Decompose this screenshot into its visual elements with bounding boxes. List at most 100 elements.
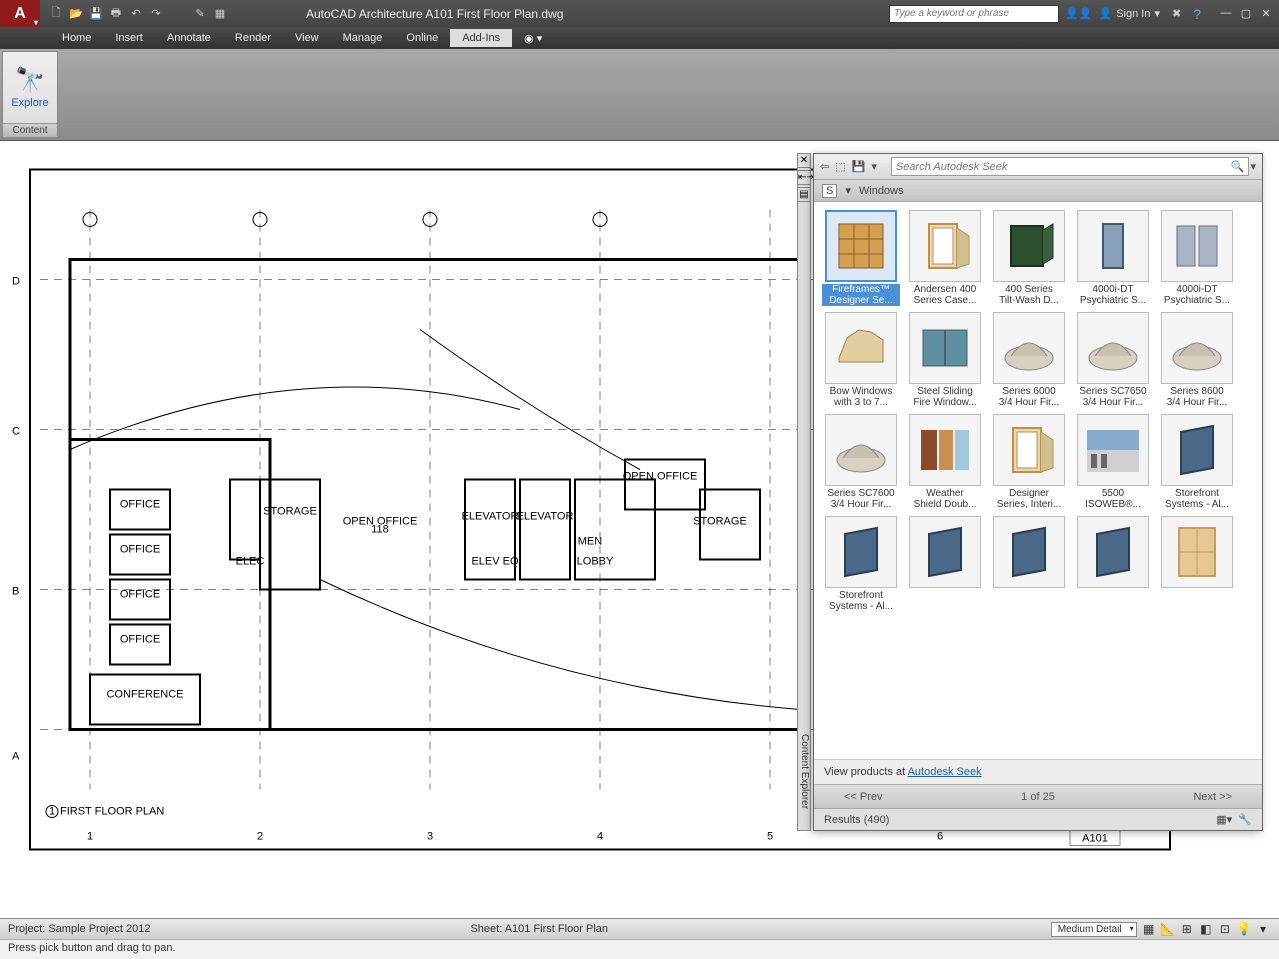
panel-grid[interactable]: Fireframes™Designer Se... Andersen 400Ser… — [814, 202, 1262, 759]
thumbnail-item[interactable]: Bow Windowswith 3 to 7... — [822, 312, 900, 408]
thumbnail-item[interactable]: 400 SeriesTilt-Wash D... — [990, 210, 1068, 306]
sheet-label: Sheet: A101 First Floor Plan — [470, 923, 608, 935]
thumbnail-item[interactable] — [1074, 516, 1152, 612]
seek-search-input[interactable] — [891, 157, 1249, 176]
thumbnail-item[interactable] — [990, 516, 1068, 612]
menu-home[interactable]: Home — [50, 29, 103, 47]
thumbnail-item[interactable] — [906, 516, 984, 612]
close-button[interactable]: ✕ — [1257, 7, 1275, 21]
svg-text:A101: A101 — [1082, 833, 1108, 845]
autodesk-seek-link[interactable]: Autodesk Seek — [908, 766, 982, 778]
menu-online[interactable]: Online — [394, 29, 450, 47]
explore-button[interactable]: 🔭 Explore — [3, 52, 57, 123]
thumbnail-item[interactable]: StorefrontSystems - Al... — [1158, 414, 1236, 510]
menu-render[interactable]: Render — [223, 29, 283, 47]
dropdown-icon[interactable]: ▾ — [871, 160, 877, 173]
next-button[interactable]: Next >> — [1193, 791, 1232, 803]
thumbnail-label: 400 SeriesTilt-Wash D... — [990, 284, 1068, 306]
thumbnail-item[interactable]: StorefrontSystems - Al... — [822, 516, 900, 612]
workspace-switcher[interactable]: ◉ ▾ — [512, 29, 554, 48]
thumbnail-item[interactable]: Fireframes™Designer Se... — [822, 210, 900, 306]
svg-text:MEN: MEN — [578, 536, 603, 548]
view-options-icon[interactable]: ▦▾ — [1216, 814, 1232, 826]
status-icon[interactable]: ▾ — [1255, 921, 1271, 937]
crumb-item[interactable]: Windows — [859, 185, 904, 197]
app-logo[interactable]: A — [0, 0, 40, 27]
status-icon[interactable]: ▦ — [1141, 921, 1157, 937]
thumbnail-item[interactable]: DesignerSeries, Interi... — [990, 414, 1068, 510]
menu-view[interactable]: View — [283, 29, 331, 47]
thumbnail-item[interactable]: Series 60003/4 Hour Fir... — [990, 312, 1068, 408]
thumbnail-label: Fireframes™Designer Se... — [822, 284, 900, 306]
minimize-button[interactable]: — — [1217, 7, 1235, 21]
menu-manage[interactable]: Manage — [331, 29, 395, 47]
new-icon[interactable]: 🗋 — [48, 6, 64, 22]
status-icon[interactable]: ⊡ — [1217, 921, 1233, 937]
tool-icon[interactable]: ✎ — [192, 6, 208, 22]
panel-close-icon[interactable]: ✕ — [797, 153, 811, 168]
thumbnail-item[interactable]: Steel SlidingFire Window... — [906, 312, 984, 408]
thumbnail-item[interactable]: 4000i-DTPsychiatric S... — [1074, 210, 1152, 306]
status-icon[interactable]: ◧ — [1198, 921, 1214, 937]
help-search-input[interactable] — [889, 5, 1059, 23]
search-drop-icon[interactable]: ▾ — [1250, 160, 1256, 173]
open-icon[interactable]: 📂 — [68, 6, 84, 22]
redo-icon[interactable]: ↷ — [148, 6, 164, 22]
menu-add-ins[interactable]: Add-Ins — [450, 29, 512, 47]
thumbnail-label — [990, 590, 1068, 601]
save-icon[interactable]: 💾 — [88, 6, 104, 22]
panel-pin-icon[interactable]: ⇤⇥ — [797, 170, 811, 185]
project-label: Project: Sample Project 2012 — [8, 923, 150, 935]
thumbnail-item[interactable]: WeatherShield Doub... — [906, 414, 984, 510]
svg-text:FIRST FLOOR PLAN: FIRST FLOOR PLAN — [60, 806, 164, 818]
help-icon[interactable]: ? — [1193, 6, 1201, 22]
status-icon[interactable]: 📐 — [1160, 921, 1176, 937]
svg-text:ELEVATOR: ELEVATOR — [462, 511, 519, 523]
save-search-icon[interactable]: 💾 — [852, 160, 866, 173]
status-icon[interactable]: ⊞ — [1179, 921, 1195, 937]
thumbnail-item[interactable]: Series 86003/4 Hour Fir... — [1158, 312, 1236, 408]
svg-text:5: 5 — [767, 831, 773, 843]
panel-toolbar: ⇦ ⬚ 💾 ▾ 🔍 ▾ — [814, 154, 1262, 180]
exchange-icon[interactable]: ✖ — [1172, 7, 1181, 20]
panel-menu-icon[interactable]: ▤ — [797, 187, 811, 202]
thumbnail-label: Andersen 400Series Case... — [906, 284, 984, 306]
thumbnail-image — [825, 516, 897, 588]
thumbnail-label: Steel SlidingFire Window... — [906, 386, 984, 408]
signin-button[interactable]: 👤 Sign In ▾ — [1099, 7, 1160, 20]
maximize-button[interactable]: ▢ — [1237, 7, 1255, 21]
infocenter-icon[interactable]: 👤👤 — [1065, 7, 1092, 20]
menu-annotate[interactable]: Annotate — [155, 29, 223, 47]
print-icon[interactable]: 🖶 — [108, 6, 124, 22]
thumbnail-item[interactable]: 5500ISOWEB®... — [1074, 414, 1152, 510]
thumbnail-label: 4000i-DTPsychiatric S... — [1158, 284, 1236, 306]
svg-text:C: C — [12, 426, 20, 438]
detail-dropdown[interactable]: Medium Detail — [1051, 922, 1137, 937]
svg-text:1: 1 — [49, 806, 55, 818]
thumbnail-image — [1161, 414, 1233, 486]
panel-title-vertical[interactable]: Content Explorer — [797, 153, 811, 831]
back-icon[interactable]: ⇦ — [820, 160, 829, 173]
thumbnail-item[interactable]: Series SC76003/4 Hour Fir... — [822, 414, 900, 510]
thumbnail-item[interactable]: 4000i-DTPsychiatric S... — [1158, 210, 1236, 306]
tool2-icon[interactable]: ▦ — [212, 6, 228, 22]
undo-icon[interactable]: ↶ — [128, 6, 144, 22]
status-icon[interactable]: 💡 — [1236, 921, 1252, 937]
thumbnail-item[interactable] — [1158, 516, 1236, 612]
thumbnail-image — [825, 312, 897, 384]
settings-icon[interactable]: 🔧 — [1238, 814, 1252, 826]
thumbnail-image — [993, 210, 1065, 282]
menu-insert[interactable]: Insert — [103, 29, 155, 47]
thumbnail-label — [906, 590, 984, 601]
up-icon[interactable]: ⬚ — [835, 160, 845, 173]
binoculars-icon: 🔭 — [15, 66, 45, 95]
thumbnail-image — [909, 210, 981, 282]
search-icon[interactable]: 🔍 — [1231, 160, 1245, 173]
thumbnail-item[interactable]: Andersen 400Series Case... — [906, 210, 984, 306]
svg-text:OFFICE: OFFICE — [120, 589, 160, 601]
command-line[interactable]: Press pick button and drag to pan. — [0, 939, 1279, 959]
thumbnail-item[interactable]: Series SC76503/4 Hour Fir... — [1074, 312, 1152, 408]
prev-button[interactable]: << Prev — [844, 791, 883, 803]
svg-text:6: 6 — [937, 831, 943, 843]
source-icon[interactable]: S — [822, 184, 837, 198]
